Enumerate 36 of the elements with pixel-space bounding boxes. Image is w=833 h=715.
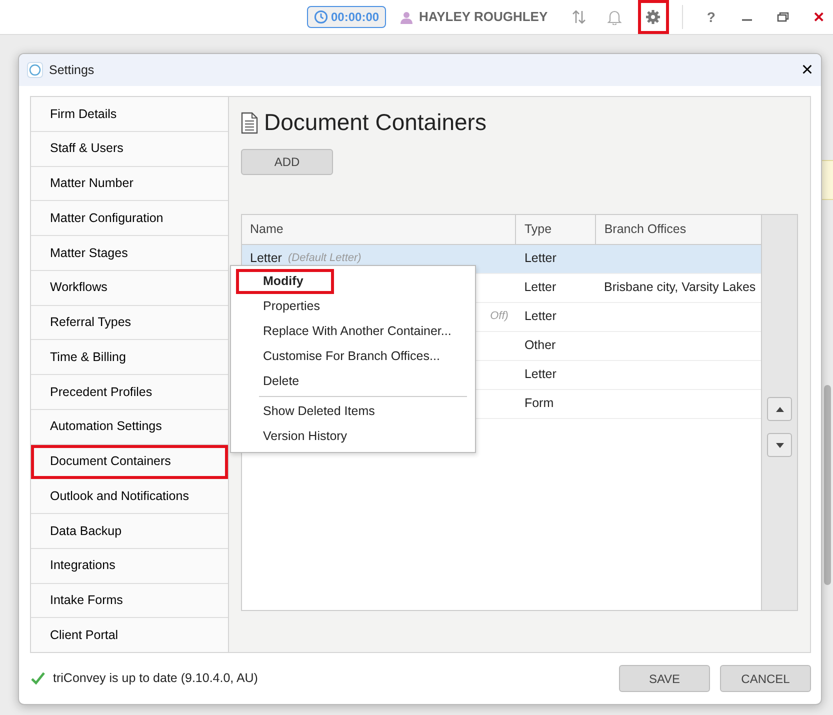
document-icon	[241, 112, 258, 134]
table-cell-text: Off)	[490, 309, 508, 324]
table-cell-text: Letter	[524, 308, 556, 326]
close-button[interactable]: ✕	[805, 2, 833, 32]
page-title: Document Containers	[264, 109, 486, 137]
table-cell-text: Other	[524, 337, 556, 354]
table-cell-text: Brisbane city, Varsity Lakes	[604, 279, 756, 296]
column-header[interactable]: Type	[516, 214, 596, 244]
add-button[interactable]: ADD	[241, 148, 333, 175]
table-cell-text: (Default Letter)	[288, 251, 362, 266]
column-header[interactable]: Name	[242, 214, 516, 244]
caret-down-icon	[776, 442, 784, 448]
menu-item[interactable]: Modify	[236, 269, 334, 294]
sidebar-item[interactable]: Document Containers	[31, 444, 228, 480]
user-name: HAYLEY ROUGHLEY	[419, 8, 548, 26]
dialog-button[interactable]: SAVE	[619, 665, 710, 692]
help-button[interactable]: ?	[697, 2, 726, 32]
table-cell-text: Letter	[250, 250, 282, 268]
table-cell-text: Form	[524, 395, 554, 412]
dialog-button[interactable]: CANCEL	[720, 665, 811, 692]
table-cell-text: Letter	[524, 250, 556, 268]
clock-icon	[314, 10, 328, 24]
user-icon	[400, 10, 414, 24]
caret-up-icon	[776, 406, 784, 412]
settings-icon[interactable]	[638, 0, 670, 34]
app-logo-icon	[27, 62, 43, 78]
dialog-title: Settings	[49, 62, 94, 79]
move-up-button[interactable]	[767, 397, 792, 422]
table-cell-text: Letter	[524, 366, 556, 384]
column-header[interactable]: Branch Offices	[596, 214, 761, 244]
close-button[interactable]: ×	[801, 60, 813, 80]
table-cell-text: Letter	[524, 279, 556, 296]
status-text: triConvey is up to date (9.10.4.0, AU)	[53, 670, 258, 688]
scrollbar[interactable]	[824, 385, 831, 585]
move-down-button[interactable]	[767, 433, 792, 458]
check-icon	[31, 672, 45, 685]
